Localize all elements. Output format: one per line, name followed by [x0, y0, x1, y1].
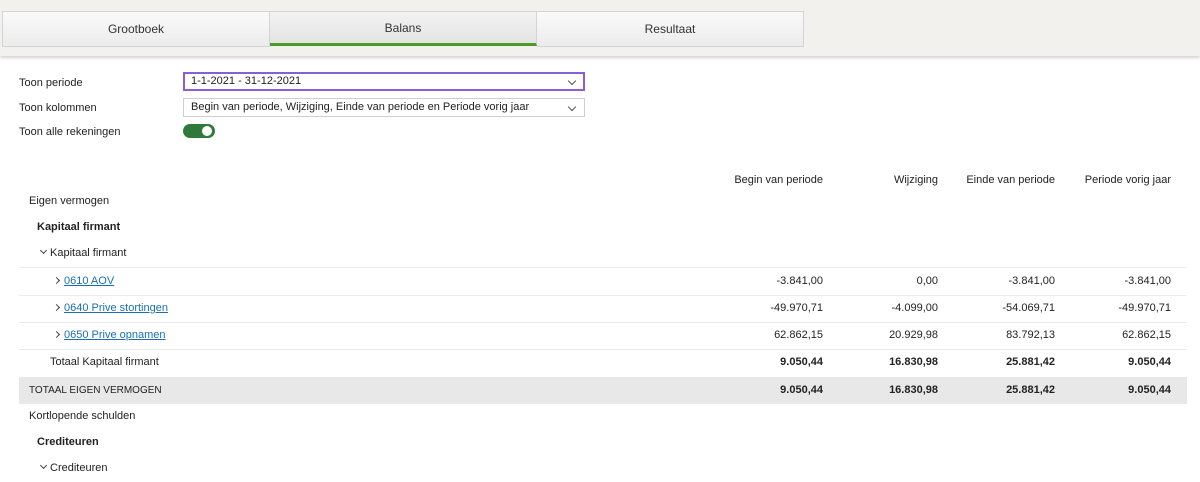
toggle-knob: [202, 126, 212, 136]
value-einde: -3.841,00: [1008, 275, 1055, 287]
account-cell: 0640 Prive stortingen: [52, 295, 168, 322]
chevron-down-icon: [39, 246, 48, 255]
section-label: Kortlopende schulden: [29, 410, 136, 422]
chevron-right-icon[interactable]: [52, 276, 61, 285]
subgroup-label: Crediteuren: [50, 462, 108, 474]
account-link[interactable]: 0610 AOV: [64, 275, 114, 287]
value-wijziging: 0,00: [916, 275, 938, 287]
periode-select[interactable]: 1-1-2021 - 31-12-2021: [183, 72, 585, 91]
table-row: 0640 Prive stortingen -49.970,71 -4.099,…: [19, 295, 1187, 323]
kolommen-value: Begin van periode, Wijziging, Einde van …: [191, 101, 530, 113]
periode-label: Toon periode: [19, 77, 83, 89]
kolommen-select[interactable]: Begin van periode, Wijziging, Einde van …: [183, 98, 585, 117]
value-vorig-jaar: -49.970,71: [1118, 302, 1171, 314]
table-row: 0610 AOV -3.841,00 0,00 -3.841,00 -3.841…: [19, 268, 1187, 296]
section-kortlopende-schulden: Kortlopende schulden: [19, 403, 1187, 430]
grand-total-label: TOTAAL EIGEN VERMOGEN: [29, 385, 162, 396]
chevron-down-icon: [567, 102, 577, 112]
col-header-begin: Begin van periode: [734, 174, 823, 186]
tab-grootboek[interactable]: Grootboek: [2, 11, 270, 47]
total-row-kapitaal: Totaal Kapitaal firmant 9.050,44 16.830,…: [19, 349, 1187, 376]
group-label: Crediteuren: [37, 436, 99, 448]
col-header-wijziging: Wijziging: [893, 174, 938, 186]
grand-total-wijziging: 16.830,98: [889, 384, 938, 396]
value-einde: -54.069,71: [1002, 302, 1055, 314]
account-link[interactable]: 0640 Prive stortingen: [64, 302, 168, 314]
kolommen-label: Toon kolommen: [19, 102, 97, 114]
chevron-down-icon: [39, 461, 48, 470]
chevron-right-icon[interactable]: [52, 330, 61, 339]
chevron-down-icon: [567, 76, 577, 86]
value-wijziging: 20.929,98: [889, 329, 938, 341]
group-kapitaal-firmant: Kapitaal firmant: [19, 214, 1187, 241]
group-label: Kapitaal firmant: [37, 221, 121, 233]
table-row: 0650 Prive opnamen 62.862,15 20.929,98 8…: [19, 322, 1187, 350]
total-wijziging: 16.830,98: [889, 356, 938, 368]
col-header-einde: Einde van periode: [966, 174, 1055, 186]
total-label: Totaal Kapitaal firmant: [50, 356, 159, 368]
grand-total-einde: 25.881,42: [1006, 384, 1055, 396]
top-bar: Grootboek Balans Resultaat: [0, 0, 1200, 56]
account-link[interactable]: 0650 Prive opnamen: [64, 329, 166, 341]
group-crediteuren: Crediteuren: [19, 429, 1187, 456]
periode-value: 1-1-2021 - 31-12-2021: [191, 75, 302, 87]
value-vorig-jaar: -3.841,00: [1124, 275, 1171, 287]
subgroup-kapitaal-firmant[interactable]: Kapitaal firmant: [19, 240, 1187, 268]
value-vorig-jaar: 62.862,15: [1122, 329, 1171, 341]
grand-total-vorig-jaar: 9.050,44: [1128, 384, 1171, 396]
report-tabs: Grootboek Balans Resultaat: [2, 11, 804, 47]
account-cell: 0650 Prive opnamen: [52, 322, 166, 349]
tab-resultaat[interactable]: Resultaat: [537, 11, 804, 47]
subgroup-label-wrap: Kapitaal firmant: [39, 240, 127, 267]
alle-rekeningen-toggle[interactable]: [183, 124, 215, 138]
alle-rekeningen-label: Toon alle rekeningen: [19, 126, 121, 138]
subgroup-label-wrap: Crediteuren: [39, 455, 108, 482]
subgroup-crediteuren[interactable]: Crediteuren: [19, 455, 1187, 475]
total-einde: 25.881,42: [1006, 356, 1055, 368]
chevron-right-icon[interactable]: [52, 303, 61, 312]
value-einde: 83.792,13: [1006, 329, 1055, 341]
section-label: Eigen vermogen: [29, 195, 110, 207]
value-begin: 62.862,15: [774, 329, 823, 341]
total-row-eigen-vermogen: TOTAAL EIGEN VERMOGEN 9.050,44 16.830,98…: [19, 377, 1187, 404]
value-wijziging: -4.099,00: [891, 302, 938, 314]
subgroup-label: Kapitaal firmant: [50, 247, 127, 259]
total-vorig-jaar: 9.050,44: [1128, 356, 1171, 368]
value-begin: -49.970,71: [770, 302, 823, 314]
value-begin: -3.841,00: [776, 275, 823, 287]
account-cell: 0610 AOV: [52, 268, 114, 295]
grand-total-begin: 9.050,44: [780, 384, 823, 396]
total-begin: 9.050,44: [780, 356, 823, 368]
section-eigen-vermogen: Eigen vermogen: [19, 188, 1187, 215]
col-header-vorig-jaar: Periode vorig jaar: [1084, 174, 1171, 186]
tab-balans[interactable]: Balans: [270, 11, 537, 46]
